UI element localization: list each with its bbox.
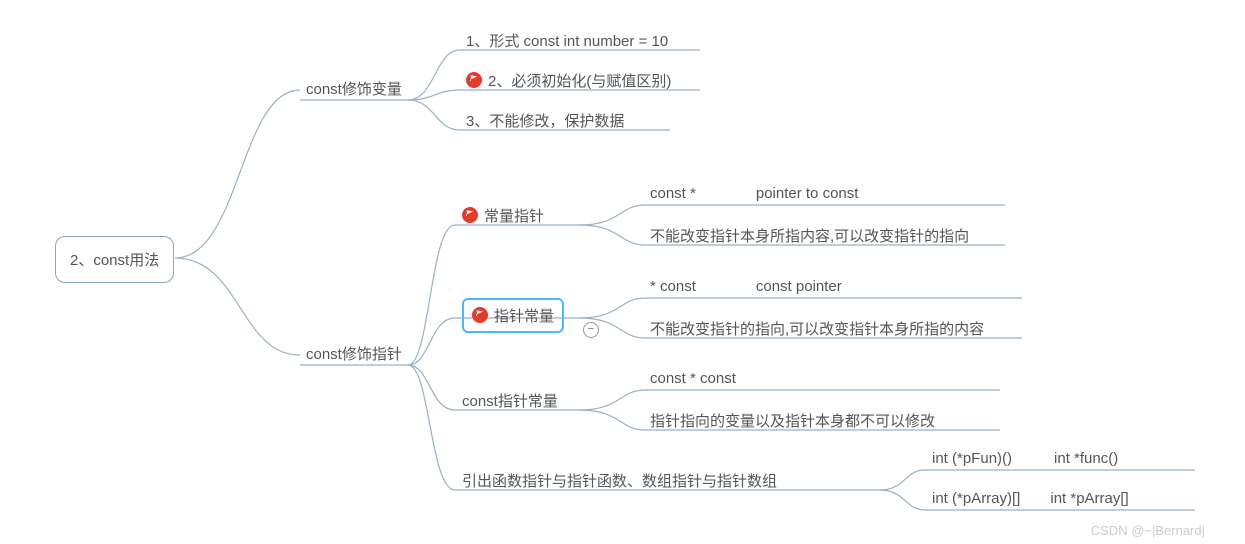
- leaf-text: pointer to const: [756, 185, 859, 202]
- root-node[interactable]: 2、const用法: [55, 236, 174, 283]
- leaf-p3-row2[interactable]: 指针指向的变量以及指针本身都不可以修改: [650, 410, 935, 431]
- leaf-text: 3、不能修改，保护数据: [466, 113, 624, 130]
- node-label: 常量指针: [484, 208, 544, 225]
- leaf-p3-row1[interactable]: const * const: [650, 370, 736, 387]
- flag-icon: [472, 307, 488, 323]
- leaf-text: * const: [650, 278, 696, 295]
- branch-label: const修饰指针: [306, 346, 402, 363]
- leaf-text: 1、形式 const int number = 10: [466, 33, 668, 50]
- leaf-must-init[interactable]: 2、必须初始化(与赋值区别): [466, 70, 671, 91]
- leaf-p1-row1[interactable]: const * pointer to const: [650, 185, 858, 202]
- branch-const-variable[interactable]: const修饰变量: [306, 78, 402, 99]
- leaf-p2-row1[interactable]: * const const pointer: [650, 278, 842, 295]
- leaf-form[interactable]: 1、形式 const int number = 10: [466, 30, 668, 51]
- root-label: 2、const用法: [70, 252, 159, 269]
- leaf-text: int (*pArray)[]: [932, 490, 1020, 507]
- branch-label: const修饰变量: [306, 81, 402, 98]
- collapse-toggle[interactable]: −: [583, 322, 599, 338]
- watermark: CSDN @~|Bernard|: [1091, 523, 1205, 538]
- node-derive-pointer-types[interactable]: 引出函数指针与指针函数、数组指针与指针数组: [462, 470, 777, 491]
- leaf-p4-row1[interactable]: int (*pFun)() int *func(): [932, 450, 1118, 467]
- leaf-text: 不能改变指针的指向,可以改变指针本身所指的内容: [650, 321, 984, 338]
- branch-const-pointer[interactable]: const修饰指针: [306, 343, 402, 364]
- node-label: 指针常量: [494, 308, 554, 325]
- watermark-text: CSDN @~|Bernard|: [1091, 523, 1205, 538]
- flag-icon: [462, 207, 478, 223]
- node-const-pointer-selected[interactable]: 指针常量: [462, 298, 564, 333]
- leaf-p2-row2[interactable]: 不能改变指针的指向,可以改变指针本身所指的内容: [650, 318, 984, 339]
- node-pointer-to-const[interactable]: 常量指针: [462, 205, 544, 226]
- node-label: const指针常量: [462, 393, 558, 410]
- leaf-p4-row2[interactable]: int (*pArray)[] int *pArray[]: [932, 490, 1129, 507]
- leaf-text: int *pArray[]: [1050, 490, 1128, 507]
- flag-icon: [466, 72, 482, 88]
- leaf-text: int *func(): [1054, 450, 1118, 467]
- leaf-text: 不能改变指针本身所指内容,可以改变指针的指向: [650, 228, 969, 245]
- leaf-text: 2、必须初始化(与赋值区别): [488, 73, 671, 90]
- leaf-p1-row2[interactable]: 不能改变指针本身所指内容,可以改变指针的指向: [650, 225, 969, 246]
- leaf-text: const *: [650, 185, 696, 202]
- node-label: 引出函数指针与指针函数、数组指针与指针数组: [462, 473, 777, 490]
- leaf-readonly[interactable]: 3、不能修改，保护数据: [466, 110, 624, 131]
- leaf-text: const pointer: [756, 278, 842, 295]
- leaf-text: 指针指向的变量以及指针本身都不可以修改: [650, 413, 935, 430]
- leaf-text: int (*pFun)(): [932, 450, 1012, 467]
- node-const-pointer-const[interactable]: const指针常量: [462, 390, 558, 411]
- leaf-text: const * const: [650, 370, 736, 387]
